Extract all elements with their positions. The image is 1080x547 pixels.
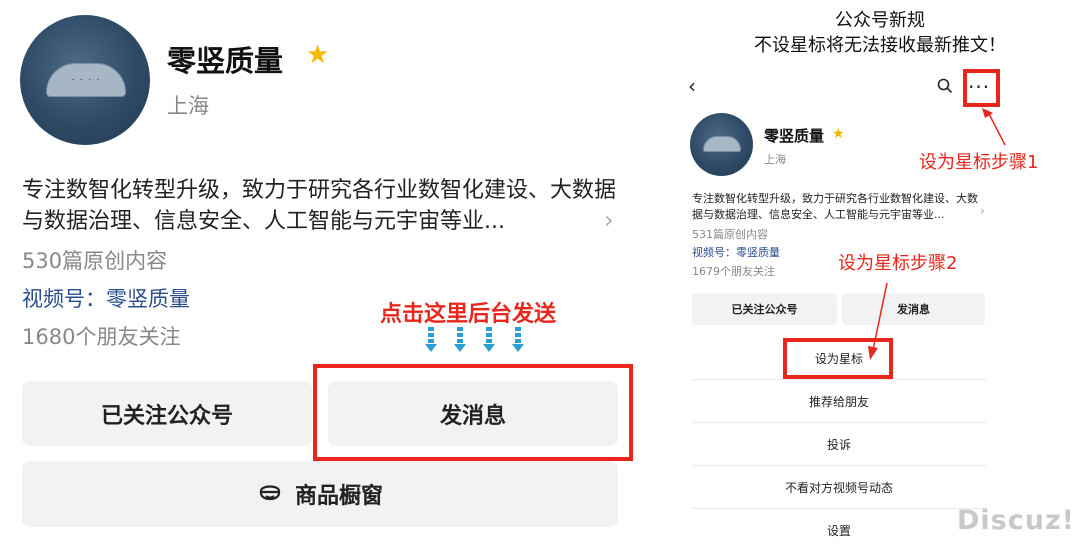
annotation-send-message: 点击这里后台发送 bbox=[380, 302, 557, 327]
shop-window-button[interactable]: 商品橱窗 bbox=[22, 461, 618, 527]
menu-item-recommend[interactable]: 推荐给朋友 bbox=[692, 380, 986, 423]
account-avatar-small[interactable] bbox=[690, 113, 753, 176]
send-message-button-small[interactable]: 发消息 bbox=[842, 293, 985, 325]
down-arrow-icon bbox=[425, 327, 524, 352]
account-avatar[interactable]: · · · · bbox=[20, 15, 150, 145]
menu-item-complain[interactable]: 投诉 bbox=[692, 423, 986, 466]
avatar-fan-emblem: · · · · bbox=[46, 63, 126, 97]
back-icon[interactable]: ‹ bbox=[688, 74, 696, 98]
chevron-right-icon[interactable]: › bbox=[604, 206, 614, 234]
account-description-small[interactable]: 专注数智化转型升级，致力于研究各行业数智化建设、大数据与数据治理、信息安全、人工… bbox=[692, 191, 982, 223]
menu-item-settings[interactable]: 设置 bbox=[692, 509, 986, 547]
chevron-right-icon[interactable]: › bbox=[980, 204, 985, 218]
star-icon: ★ bbox=[832, 126, 845, 142]
discuz-watermark: Discuz! bbox=[957, 505, 1075, 536]
original-count-small: 531篇原创内容 bbox=[692, 228, 768, 241]
annotation-step1: 设为星标步骤1 bbox=[919, 152, 1039, 173]
heading-line2: 不设星标将无法接收最新推文！ bbox=[754, 35, 1006, 56]
left-profile-panel: · · · · 零竖质量 ★ 上海 专注数智化转型升级，致力于研究各行业数智化建… bbox=[0, 0, 660, 547]
account-name: 零竖质量 bbox=[167, 44, 284, 78]
avatar-fan-emblem bbox=[703, 136, 741, 152]
tutorial-heading: 公众号新规 不设星标将无法接收最新推文！ bbox=[680, 8, 1080, 58]
search-icon[interactable] bbox=[937, 78, 953, 94]
video-account-link[interactable]: 视频号：零竖质量 bbox=[22, 283, 190, 313]
highlight-box-more bbox=[963, 69, 1000, 107]
star-icon: ★ bbox=[306, 40, 330, 70]
followed-button[interactable]: 已关注公众号 bbox=[22, 381, 312, 446]
right-tutorial-panel: 公众号新规 不设星标将无法接收最新推文！ ‹ ··· 零竖质量 ★ 上海 设为星… bbox=[680, 0, 1080, 547]
shop-icon bbox=[259, 485, 281, 501]
followed-button-small[interactable]: 已关注公众号 bbox=[692, 293, 837, 325]
account-location-small: 上海 bbox=[764, 153, 786, 166]
account-location: 上海 bbox=[167, 94, 209, 118]
shop-window-label: 商品橱窗 bbox=[294, 484, 383, 509]
friends-following: 1680个朋友关注 bbox=[22, 325, 181, 349]
menu-item-hide-video-updates[interactable]: 不看对方视频号动态 bbox=[692, 466, 986, 509]
original-count: 530篇原创内容 bbox=[22, 249, 168, 273]
account-description[interactable]: 专注数智化转型升级，致力于研究各行业数智化建设、大数据与数据治理、信息安全、人工… bbox=[22, 175, 622, 237]
account-name-small: 零竖质量 bbox=[764, 127, 825, 145]
friends-following-small: 1679个朋友关注 bbox=[692, 265, 775, 278]
highlight-box-message bbox=[313, 364, 633, 461]
heading-line1: 公众号新规 bbox=[835, 10, 925, 31]
video-account-link-small[interactable]: 视频号：零竖质量 bbox=[692, 244, 780, 260]
annotation-step2: 设为星标步骤2 bbox=[838, 253, 958, 274]
highlight-box-set-star bbox=[783, 338, 893, 379]
